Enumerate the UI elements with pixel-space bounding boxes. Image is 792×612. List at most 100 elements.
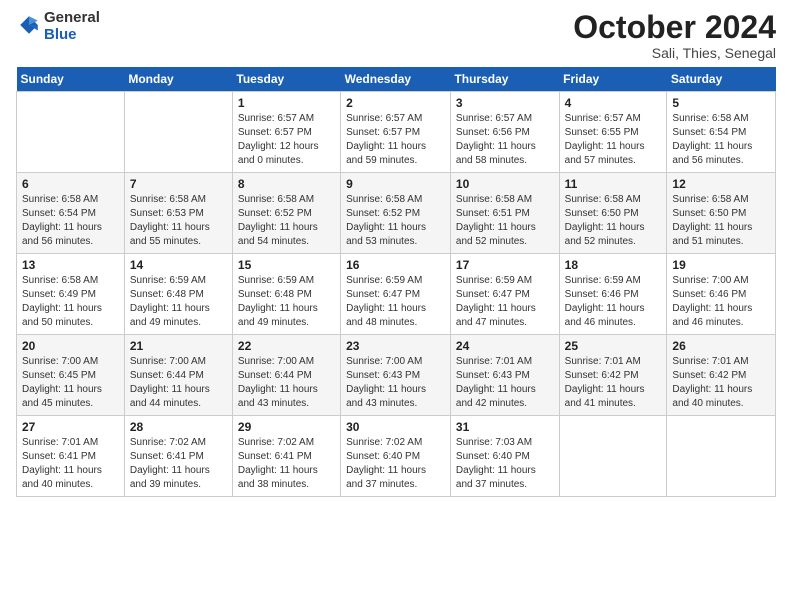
calendar-cell: 4Sunrise: 6:57 AM Sunset: 6:55 PM Daylig… <box>559 92 667 173</box>
day-info: Sunrise: 7:01 AM Sunset: 6:42 PM Dayligh… <box>565 355 662 411</box>
calendar-cell <box>124 92 232 173</box>
day-number: 13 <box>22 258 119 272</box>
day-number: 1 <box>238 96 335 110</box>
day-number: 5 <box>672 96 770 110</box>
calendar-cell: 1 Sunrise: 6:57 AM Sunset: 6:57 PM Daylig… <box>232 92 340 173</box>
day-number: 23 <box>346 339 445 353</box>
col-header-sunday: Sunday <box>17 67 125 92</box>
day-number: 11 <box>565 177 662 191</box>
day-number: 27 <box>22 420 119 434</box>
calendar-cell: 24 Sunrise: 7:01 AM Sunset: 6:43 PM Dayli… <box>450 335 559 416</box>
page: General Blue October 2024 Sali, Thies, S… <box>0 0 792 612</box>
col-header-wednesday: Wednesday <box>341 67 451 92</box>
day-number: 20 <box>22 339 119 353</box>
day-info: Sunrise: 6:58 AM Sunset: 6:51 PM Dayligh… <box>456 193 554 249</box>
day-number: 19 <box>672 258 770 272</box>
calendar-cell <box>667 416 776 497</box>
calendar-cell: 15 Sunrise: 6:59 AM Sunset: 6:48 PM Dayli… <box>232 254 340 335</box>
calendar-cell: 12 Sunrise: 6:58 AM Sunset: 6:50 PM Dayli… <box>667 173 776 254</box>
calendar-table: SundayMondayTuesdayWednesdayThursdayFrid… <box>16 67 776 497</box>
day-info: Sunrise: 7:00 AM Sunset: 6:44 PM Dayligh… <box>238 355 335 411</box>
day-info: Sunrise: 6:58 AM Sunset: 6:50 PM Dayligh… <box>672 193 770 249</box>
calendar-cell: 29Sunrise: 7:02 AM Sunset: 6:41 PM Dayli… <box>232 416 340 497</box>
calendar-cell: 17 Sunrise: 6:59 AM Sunset: 6:47 PM Dayli… <box>450 254 559 335</box>
calendar-cell: 9 Sunrise: 6:58 AM Sunset: 6:52 PM Daylig… <box>341 173 451 254</box>
day-number: 24 <box>456 339 554 353</box>
header: General Blue October 2024 Sali, Thies, S… <box>16 10 776 61</box>
day-number: 31 <box>456 420 554 434</box>
calendar-cell: 20 Sunrise: 7:00 AM Sunset: 6:45 PM Dayli… <box>17 335 125 416</box>
day-number: 25 <box>565 339 662 353</box>
logo-general: General <box>44 9 100 26</box>
day-number: 21 <box>130 339 227 353</box>
month-title: October 2024 <box>573 10 776 45</box>
calendar-cell <box>559 416 667 497</box>
day-number: 6 <box>22 177 119 191</box>
day-number: 10 <box>456 177 554 191</box>
calendar-cell: 26 Sunrise: 7:01 AM Sunset: 6:42 PM Dayli… <box>667 335 776 416</box>
day-info: Sunrise: 6:57 AM Sunset: 6:56 PM Dayligh… <box>456 112 554 168</box>
day-info: Sunrise: 6:59 AM Sunset: 6:47 PM Dayligh… <box>456 274 554 330</box>
day-number: 12 <box>672 177 770 191</box>
col-header-tuesday: Tuesday <box>232 67 340 92</box>
calendar-cell: 30Sunrise: 7:02 AM Sunset: 6:40 PM Dayli… <box>341 416 451 497</box>
day-number: 18 <box>565 258 662 272</box>
calendar-cell: 16 Sunrise: 6:59 AM Sunset: 6:47 PM Dayli… <box>341 254 451 335</box>
day-info: Sunrise: 6:58 AM Sunset: 6:52 PM Dayligh… <box>238 193 335 249</box>
logo: General Blue <box>16 10 100 43</box>
day-info: Sunrise: 6:58 AM Sunset: 6:54 PM Dayligh… <box>672 112 770 168</box>
calendar-cell: 25 Sunrise: 7:01 AM Sunset: 6:42 PM Dayli… <box>559 335 667 416</box>
week-row-1: 1 Sunrise: 6:57 AM Sunset: 6:57 PM Daylig… <box>17 92 776 173</box>
calendar-cell: 22 Sunrise: 7:00 AM Sunset: 6:44 PM Dayli… <box>232 335 340 416</box>
day-info: Sunrise: 6:58 AM Sunset: 6:50 PM Dayligh… <box>565 193 662 249</box>
day-info: Sunrise: 7:01 AM Sunset: 6:42 PM Dayligh… <box>672 355 770 411</box>
day-info: Sunrise: 7:00 AM Sunset: 6:43 PM Dayligh… <box>346 355 445 411</box>
day-number: 7 <box>130 177 227 191</box>
day-info: Sunrise: 7:00 AM Sunset: 6:46 PM Dayligh… <box>672 274 770 330</box>
week-row-4: 20 Sunrise: 7:00 AM Sunset: 6:45 PM Dayli… <box>17 335 776 416</box>
calendar-cell: 3 Sunrise: 6:57 AM Sunset: 6:56 PM Daylig… <box>450 92 559 173</box>
day-number: 26 <box>672 339 770 353</box>
location: Sali, Thies, Senegal <box>573 45 776 61</box>
week-row-3: 13Sunrise: 6:58 AM Sunset: 6:49 PM Dayli… <box>17 254 776 335</box>
calendar-cell: 6Sunrise: 6:58 AM Sunset: 6:54 PM Daylig… <box>17 173 125 254</box>
calendar-cell: 23 Sunrise: 7:00 AM Sunset: 6:43 PM Dayli… <box>341 335 451 416</box>
day-info: Sunrise: 6:57 AM Sunset: 6:57 PM Dayligh… <box>238 112 335 168</box>
calendar-cell: 28Sunrise: 7:02 AM Sunset: 6:41 PM Dayli… <box>124 416 232 497</box>
day-number: 9 <box>346 177 445 191</box>
day-number: 22 <box>238 339 335 353</box>
day-info: Sunrise: 7:01 AM Sunset: 6:43 PM Dayligh… <box>456 355 554 411</box>
calendar-header-row: SundayMondayTuesdayWednesdayThursdayFrid… <box>17 67 776 92</box>
day-info: Sunrise: 7:00 AM Sunset: 6:45 PM Dayligh… <box>22 355 119 411</box>
day-info: Sunrise: 6:59 AM Sunset: 6:48 PM Dayligh… <box>238 274 335 330</box>
calendar-cell: 27 Sunrise: 7:01 AM Sunset: 6:41 PM Dayli… <box>17 416 125 497</box>
logo-icon <box>18 14 40 36</box>
day-number: 8 <box>238 177 335 191</box>
calendar-cell: 8 Sunrise: 6:58 AM Sunset: 6:52 PM Daylig… <box>232 173 340 254</box>
calendar-cell: 31Sunrise: 7:03 AM Sunset: 6:40 PM Dayli… <box>450 416 559 497</box>
day-number: 16 <box>346 258 445 272</box>
col-header-thursday: Thursday <box>450 67 559 92</box>
col-header-saturday: Saturday <box>667 67 776 92</box>
day-number: 15 <box>238 258 335 272</box>
day-info: Sunrise: 6:59 AM Sunset: 6:48 PM Dayligh… <box>130 274 227 330</box>
day-number: 3 <box>456 96 554 110</box>
day-number: 17 <box>456 258 554 272</box>
logo-blue: Blue <box>44 26 77 43</box>
day-info: Sunrise: 6:57 AM Sunset: 6:57 PM Dayligh… <box>346 112 445 168</box>
day-number: 2 <box>346 96 445 110</box>
calendar-cell: 10 Sunrise: 6:58 AM Sunset: 6:51 PM Dayli… <box>450 173 559 254</box>
calendar-cell: 11 Sunrise: 6:58 AM Sunset: 6:50 PM Dayli… <box>559 173 667 254</box>
calendar-cell: 7 Sunrise: 6:58 AM Sunset: 6:53 PM Daylig… <box>124 173 232 254</box>
day-info: Sunrise: 6:59 AM Sunset: 6:47 PM Dayligh… <box>346 274 445 330</box>
day-info: Sunrise: 7:02 AM Sunset: 6:41 PM Dayligh… <box>130 436 227 492</box>
calendar-cell: 2 Sunrise: 6:57 AM Sunset: 6:57 PM Daylig… <box>341 92 451 173</box>
calendar-cell <box>17 92 125 173</box>
day-number: 14 <box>130 258 227 272</box>
day-info: Sunrise: 6:59 AM Sunset: 6:46 PM Dayligh… <box>565 274 662 330</box>
day-info: Sunrise: 7:01 AM Sunset: 6:41 PM Dayligh… <box>22 436 119 492</box>
day-info: Sunrise: 6:58 AM Sunset: 6:53 PM Dayligh… <box>130 193 227 249</box>
day-info: Sunrise: 6:58 AM Sunset: 6:52 PM Dayligh… <box>346 193 445 249</box>
col-header-monday: Monday <box>124 67 232 92</box>
day-number: 30 <box>346 420 445 434</box>
